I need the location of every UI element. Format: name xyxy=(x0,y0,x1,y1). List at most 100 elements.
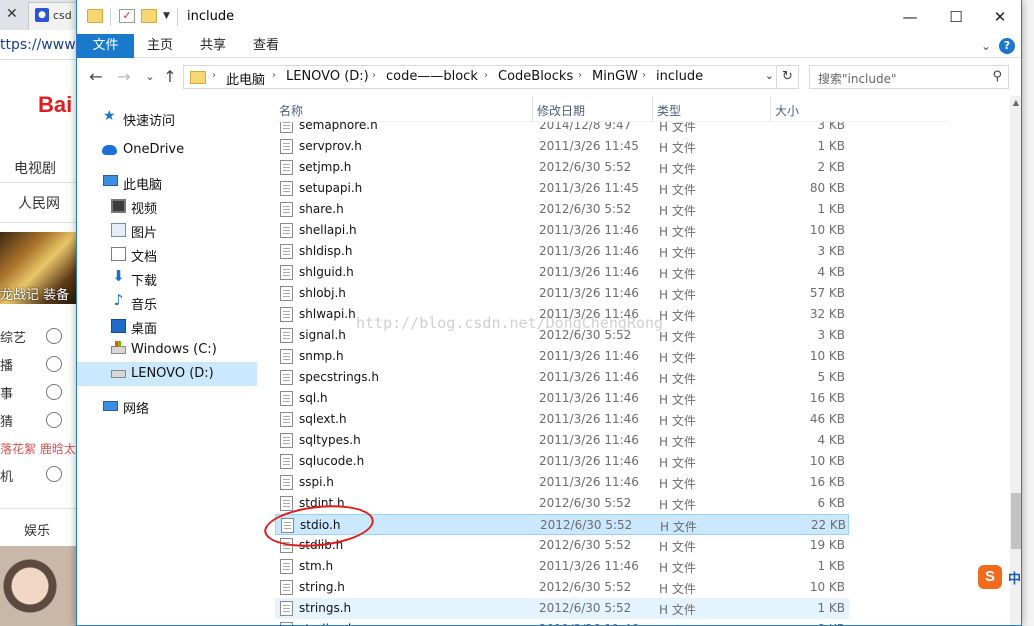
sidebar-item-drive-d[interactable]: LENOVO (D:) xyxy=(77,362,257,386)
up-button[interactable]: ↑ xyxy=(159,66,181,88)
table-row[interactable]: string.h 2012/6/30 5:52 H 文件 10 KB xyxy=(275,577,849,598)
table-row[interactable]: sspi.h 2011/3/26 11:46 H 文件 16 KB xyxy=(275,472,849,493)
table-row[interactable]: shlwapi.h 2011/3/26 11:46 H 文件 32 KB xyxy=(275,304,849,325)
sidebar-item-documents[interactable]: 文档 xyxy=(77,242,257,266)
refresh-icon[interactable]: ↻ xyxy=(776,66,798,88)
table-row[interactable]: servprov.h 2011/3/26 11:45 H 文件 1 KB xyxy=(275,136,849,157)
column-size[interactable]: 大小 xyxy=(771,96,851,122)
category-link[interactable]: 娱乐 xyxy=(24,520,50,539)
close-button[interactable]: ✕ xyxy=(977,0,1021,34)
table-row[interactable]: stdlib.h 2012/6/30 5:52 H 文件 19 KB xyxy=(275,535,849,556)
table-row[interactable]: setjmp.h 2012/6/30 5:52 H 文件 2 KB xyxy=(275,157,849,178)
file-icon xyxy=(280,454,293,469)
breadcrumb-this-pc[interactable]: 此电脑 xyxy=(226,69,265,88)
table-row[interactable]: stdint.h 2012/6/30 5:52 H 文件 6 KB xyxy=(275,493,849,514)
breadcrumb-folder[interactable]: code——block xyxy=(386,69,478,84)
file-name: sqlext.h xyxy=(299,412,347,426)
help-icon[interactable]: ? xyxy=(999,38,1015,54)
table-row[interactable]: stralign.h 2011/3/26 11:46 H 文件 8 KB xyxy=(275,619,849,625)
back-button[interactable]: ← xyxy=(85,66,107,88)
breadcrumb-drive[interactable]: LENOVO (D:) xyxy=(286,69,369,84)
file-icon xyxy=(280,307,293,322)
sidebar-item-quick-access[interactable]: ★ 快速访问 xyxy=(77,106,257,130)
table-row[interactable]: sqltypes.h 2011/3/26 11:46 H 文件 4 KB xyxy=(275,430,849,451)
browser-tab[interactable]: ● csd xyxy=(28,2,81,30)
table-row[interactable]: shlobj.h 2011/3/26 11:46 H 文件 57 KB xyxy=(275,283,849,304)
list-item[interactable]: 机 xyxy=(0,466,13,485)
recent-locations-button[interactable]: ⌄ xyxy=(139,66,161,88)
forward-button[interactable]: → xyxy=(113,66,135,88)
expand-ribbon-icon[interactable]: ⌄ xyxy=(981,34,991,58)
breadcrumb-current[interactable]: include xyxy=(656,69,703,84)
breadcrumb-folder[interactable]: CodeBlocks xyxy=(498,69,573,84)
nav-link[interactable]: 电视剧 xyxy=(14,158,56,178)
table-row[interactable]: shlguid.h 2011/3/26 11:46 H 文件 4 KB xyxy=(275,262,849,283)
list-item[interactable]: 事 xyxy=(0,383,13,402)
table-row[interactable]: sqlucode.h 2011/3/26 11:46 H 文件 10 KB xyxy=(275,451,849,472)
tab-share[interactable]: 共享 xyxy=(200,34,226,58)
table-row[interactable]: specstrings.h 2011/3/26 11:46 H 文件 5 KB xyxy=(275,367,849,388)
table-row[interactable]: share.h 2012/6/30 5:52 H 文件 1 KB xyxy=(275,199,849,220)
maximize-button[interactable]: ☐ xyxy=(933,0,979,34)
file-size: 10 KB xyxy=(809,580,845,594)
table-row[interactable]: stm.h 2011/3/26 11:46 H 文件 1 KB xyxy=(275,556,849,577)
table-row[interactable]: sql.h 2011/3/26 11:46 H 文件 16 KB xyxy=(275,388,849,409)
sidebar-item-network[interactable]: 网络 xyxy=(77,394,257,418)
close-icon[interactable]: ✕ xyxy=(6,6,18,22)
file-name: stralign.h xyxy=(299,622,356,625)
minimize-button[interactable]: — xyxy=(887,0,933,34)
file-name: shlobj.h xyxy=(299,286,346,300)
search-icon[interactable]: ⚲ xyxy=(992,69,1002,84)
table-row[interactable]: stdio.h 2012/6/30 5:52 H 文件 22 KB xyxy=(275,514,849,535)
table-row[interactable]: shellapi.h 2011/3/26 11:46 H 文件 10 KB xyxy=(275,220,849,241)
new-folder-icon[interactable] xyxy=(141,9,157,23)
thumbnail-image[interactable] xyxy=(0,546,81,626)
scroll-up-icon[interactable]: ▲ xyxy=(1010,96,1021,110)
table-row[interactable]: shldisp.h 2011/3/26 11:46 H 文件 3 KB xyxy=(275,241,849,262)
sidebar-item-desktop[interactable]: 桌面 xyxy=(77,314,257,338)
sidebar-item-this-pc[interactable]: 此电脑 xyxy=(77,170,257,194)
tab-view[interactable]: 查看 xyxy=(253,34,279,58)
scrollbar-thumb[interactable] xyxy=(1011,493,1021,549)
sidebar-item-label: Windows (C:) xyxy=(131,342,217,357)
news-link[interactable]: 落花絮 鹿晗太搞 xyxy=(0,440,81,457)
file-size: 3 KB xyxy=(817,244,845,258)
vertical-scrollbar[interactable]: ▲ xyxy=(1010,96,1021,625)
sidebar-item-label: LENOVO (D:) xyxy=(131,366,214,381)
table-row[interactable]: sqlext.h 2011/3/26 11:46 H 文件 46 KB xyxy=(275,409,849,430)
tab-home[interactable]: 主页 xyxy=(147,34,173,58)
ime-mode[interactable]: 中 xyxy=(1008,568,1021,587)
nav-link[interactable]: 人民网 xyxy=(18,193,60,213)
table-row[interactable]: setupapi.h 2011/3/26 11:45 H 文件 80 KB xyxy=(275,178,849,199)
column-name[interactable]: 名称 xyxy=(275,96,533,122)
browser-tab-label: csd xyxy=(53,9,72,22)
sidebar-item-downloads[interactable]: ⬇ 下载 xyxy=(77,266,257,290)
file-date: 2011/3/26 11:45 xyxy=(539,139,639,153)
column-type[interactable]: 类型 xyxy=(653,96,771,122)
file-type: H 文件 xyxy=(659,309,696,323)
list-item[interactable]: 猜 xyxy=(0,411,13,430)
ime-indicator[interactable]: S 中 xyxy=(978,565,1034,589)
list-item[interactable]: 播 xyxy=(0,355,13,374)
table-row[interactable]: snmp.h 2011/3/26 11:46 H 文件 10 KB xyxy=(275,346,849,367)
breadcrumb[interactable]: › 此电脑 › LENOVO (D:) › code——block › Code… xyxy=(183,65,799,89)
column-date[interactable]: 修改日期 xyxy=(533,96,653,122)
sidebar-item-videos[interactable]: 视频 xyxy=(77,194,257,218)
address-history-icon[interactable]: ⌄ xyxy=(765,69,774,82)
search-box[interactable]: 搜索"include" ⚲ xyxy=(809,65,1009,89)
search-input[interactable]: 搜索"include" xyxy=(818,70,897,87)
sidebar-item-music[interactable]: ♪ 音乐 xyxy=(77,290,257,314)
file-name: strings.h xyxy=(299,601,352,615)
table-row[interactable]: strings.h 2012/6/30 5:52 H 文件 1 KB xyxy=(275,598,849,619)
properties-icon[interactable]: ✓ xyxy=(119,9,135,23)
file-date: 2012/6/30 5:52 xyxy=(539,538,632,552)
tab-file[interactable]: 文件 xyxy=(77,34,134,58)
sidebar-item-pictures[interactable]: 图片 xyxy=(77,218,257,242)
sidebar-item-onedrive[interactable]: OneDrive xyxy=(77,138,257,162)
list-item[interactable]: 综艺 xyxy=(0,327,26,346)
table-row[interactable]: signal.h 2012/6/30 5:52 H 文件 3 KB xyxy=(275,325,849,346)
browser-address[interactable]: ttps://www.b xyxy=(0,30,81,60)
sidebar-item-drive-c[interactable]: Windows (C:) xyxy=(77,338,257,362)
breadcrumb-folder[interactable]: MinGW xyxy=(592,69,638,84)
customize-toolbar-icon[interactable]: ▼ xyxy=(163,11,170,21)
